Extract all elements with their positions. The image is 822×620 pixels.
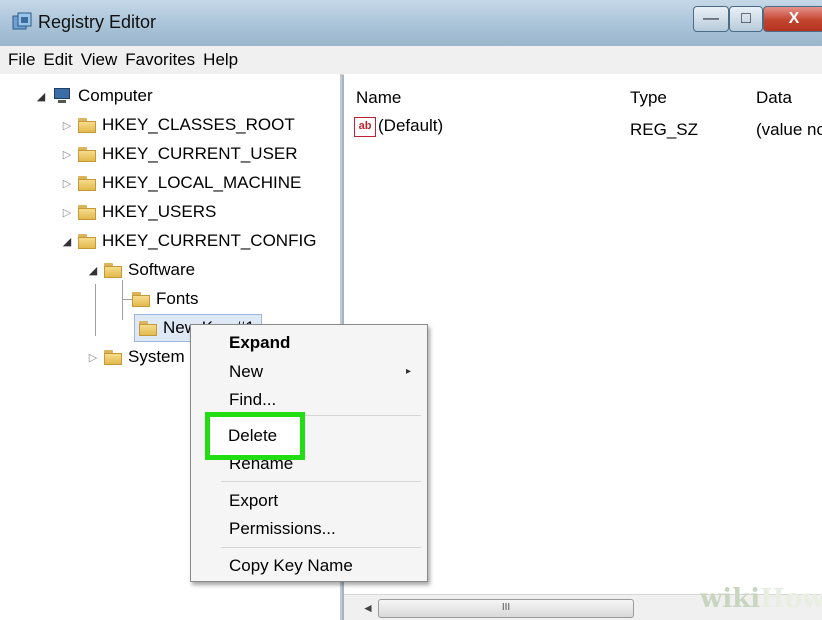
computer-icon: [52, 88, 72, 104]
folder-icon: [104, 349, 122, 365]
window-title: Registry Editor: [38, 12, 157, 32]
scroll-thumb[interactable]: III: [378, 599, 634, 618]
menu-item-permissions[interactable]: Permissions...: [229, 519, 336, 539]
menu-item-copy-key-name[interactable]: Copy Key Name: [229, 556, 353, 576]
submenu-arrow-icon: ▸: [405, 366, 411, 377]
registry-editor-icon: [12, 12, 32, 30]
tree-item-fonts[interactable]: Fonts: [128, 286, 199, 312]
collapse-arrow-icon[interactable]: ◢: [34, 90, 48, 103]
delete-highlight: Delete: [205, 412, 305, 460]
watermark-part: wiki: [700, 584, 761, 614]
folder-icon: [78, 233, 96, 249]
column-header-data[interactable]: Data: [756, 88, 792, 108]
tree-item-label: HKEY_USERS: [102, 202, 217, 221]
tree-item-computer[interactable]: ◢ Computer: [34, 83, 153, 109]
tree-item-label: System: [128, 347, 185, 366]
tree-item-system[interactable]: ▷ System: [86, 344, 185, 370]
column-header-name[interactable]: Name: [356, 88, 401, 108]
close-button[interactable]: X: [763, 6, 822, 32]
value-type: REG_SZ: [630, 120, 699, 139]
menu-favorites[interactable]: Favorites: [121, 50, 199, 70]
registry-editor-window: Registry Editor — □ X File Edit View Fav…: [0, 0, 822, 620]
menu-help[interactable]: Help: [199, 50, 242, 70]
tree-item-label: Computer: [78, 86, 153, 105]
minimize-icon: —: [703, 10, 719, 27]
maximize-button[interactable]: □: [729, 6, 763, 32]
value-row[interactable]: ab (Default): [354, 116, 443, 137]
title-bar[interactable]: Registry Editor — □ X: [0, 0, 822, 46]
folder-icon: [104, 262, 122, 278]
watermark-part: How: [760, 584, 822, 614]
folder-icon: [139, 320, 157, 336]
expand-arrow-icon[interactable]: ▷: [60, 177, 74, 190]
tree-item-hkey-users[interactable]: ▷ HKEY_USERS: [60, 199, 217, 225]
collapse-arrow-icon[interactable]: ◢: [86, 264, 100, 277]
close-icon: X: [788, 10, 800, 27]
column-header-type[interactable]: Type: [630, 88, 667, 108]
maximize-icon: □: [741, 10, 751, 27]
wikihow-watermark: wikiHow: [700, 584, 822, 614]
folder-icon: [78, 146, 96, 162]
expand-arrow-icon[interactable]: ▷: [86, 351, 100, 364]
scroll-grip-icon: III: [501, 602, 511, 613]
menu-item-export[interactable]: Export: [229, 491, 278, 511]
menu-item-delete[interactable]: Delete: [228, 426, 277, 446]
menu-bar: File Edit View Favorites Help: [0, 46, 822, 75]
collapse-arrow-icon[interactable]: ◢: [60, 235, 74, 248]
menu-view[interactable]: View: [77, 50, 122, 70]
folder-icon: [78, 204, 96, 220]
folder-icon: [78, 175, 96, 191]
tree-item-hkey-current-config[interactable]: ◢ HKEY_CURRENT_CONFIG: [60, 228, 317, 254]
minimize-button[interactable]: —: [693, 6, 729, 32]
tree-item-hkey-classes-root[interactable]: ▷ HKEY_CLASSES_ROOT: [60, 112, 295, 138]
value-data: (value not set): [756, 120, 822, 139]
menu-separator: [221, 547, 421, 548]
tree-item-label: Software: [128, 260, 196, 279]
menu-item-expand[interactable]: Expand: [229, 333, 290, 353]
menu-item-find[interactable]: Find...: [229, 390, 276, 410]
tree-item-label: HKEY_CURRENT_USER: [102, 144, 298, 163]
expand-arrow-icon[interactable]: ▷: [60, 148, 74, 161]
folder-icon: [132, 291, 150, 307]
tree-item-label: Fonts: [156, 289, 199, 308]
tree-item-label: HKEY_CURRENT_CONFIG: [102, 231, 317, 250]
value-name: (Default): [378, 116, 444, 135]
tree-connector: [95, 284, 96, 336]
scroll-left-icon[interactable]: ◄: [362, 601, 374, 615]
expand-arrow-icon[interactable]: ▷: [60, 206, 74, 219]
tree-item-label: HKEY_LOCAL_MACHINE: [102, 173, 302, 192]
string-value-icon: ab: [354, 116, 376, 137]
menu-item-new[interactable]: New: [229, 362, 263, 382]
tree-item-hkey-current-user[interactable]: ▷ HKEY_CURRENT_USER: [60, 141, 298, 167]
expand-arrow-icon[interactable]: ▷: [60, 119, 74, 132]
tree-item-label: HKEY_CLASSES_ROOT: [102, 115, 295, 134]
menu-separator: [221, 481, 421, 482]
folder-icon: [78, 117, 96, 133]
tree-item-hkey-local-machine[interactable]: ▷ HKEY_LOCAL_MACHINE: [60, 170, 302, 196]
menu-file[interactable]: File: [0, 50, 39, 70]
menu-edit[interactable]: Edit: [39, 50, 76, 70]
tree-item-software[interactable]: ◢ Software: [86, 257, 195, 283]
tree-connector: [122, 280, 123, 320]
